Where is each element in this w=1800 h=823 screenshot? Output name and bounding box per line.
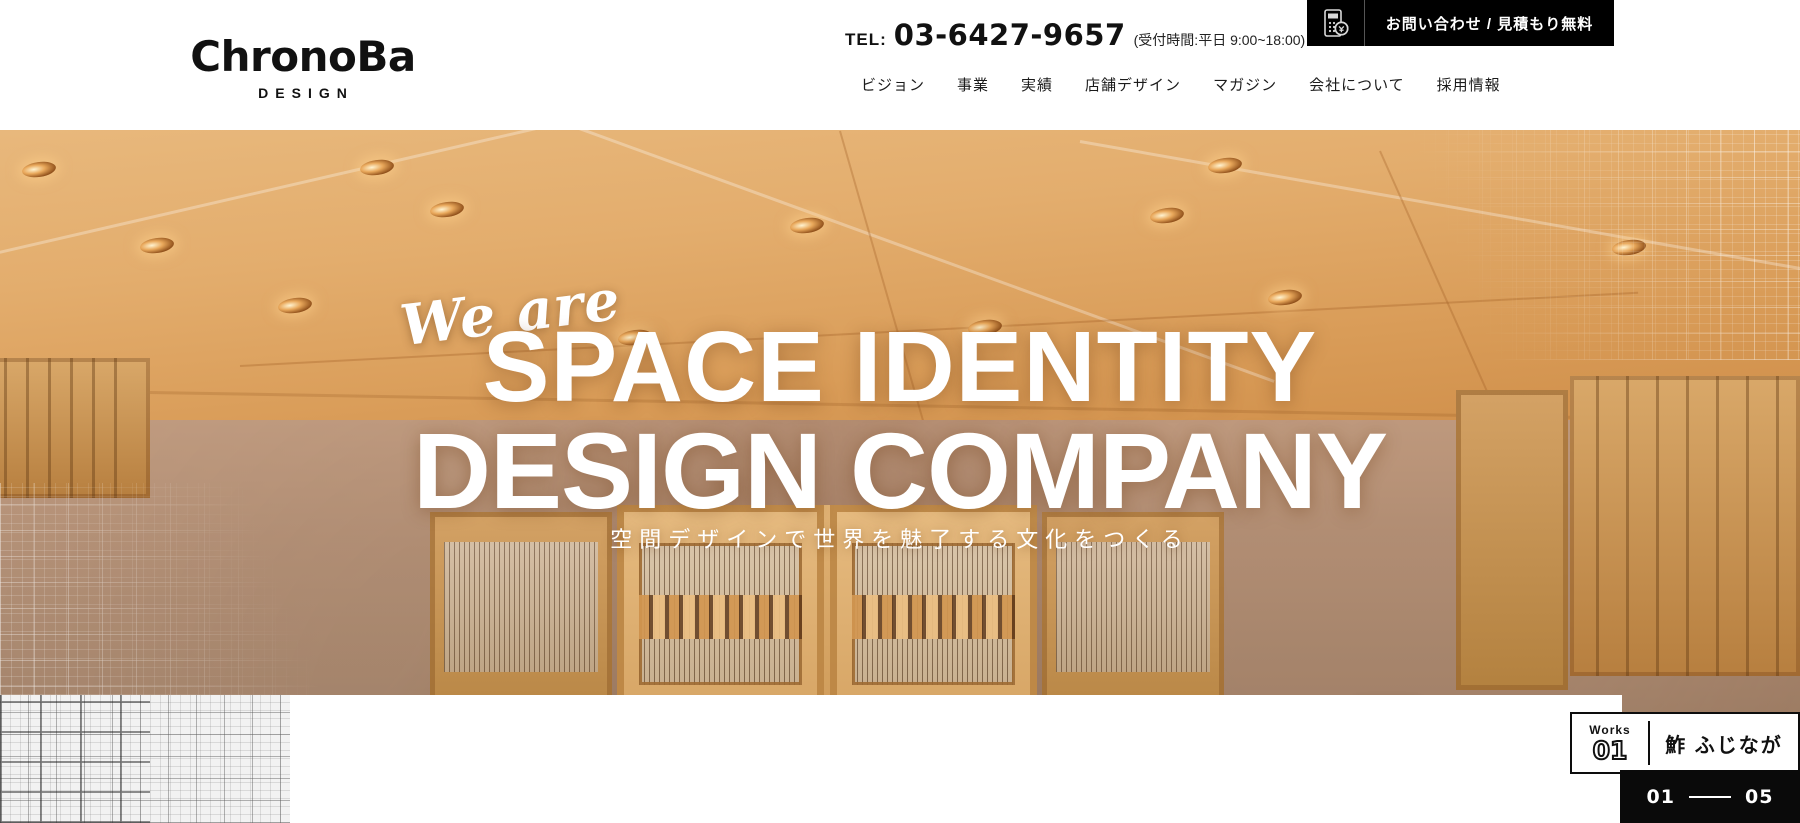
works-kicker: Works <box>1589 723 1631 737</box>
left-wood-screen <box>0 358 150 498</box>
works-title: 鮓 ふじなが <box>1665 734 1783 757</box>
ceiling-surface <box>0 130 1800 632</box>
nav-item-vision[interactable]: ビジョン <box>845 68 941 101</box>
tel-hours: (受付時間:平日 9:00~18:00) <box>1133 32 1306 48</box>
site-header: ChronoBa DESIGN TEL: 03-6427-9657 (受付時間:… <box>0 0 1800 130</box>
telephone-block: TEL: 03-6427-9657 (受付時間:平日 9:00~18:00) <box>845 18 1305 52</box>
contact-button-label: お問い合わせ / 見積もり無料 <box>1385 15 1594 33</box>
logo-subtitle: DESIGN <box>258 85 354 101</box>
slider-current-index[interactable]: 01 <box>1647 786 1675 808</box>
tel-number[interactable]: 03-6427-9657 <box>894 18 1126 52</box>
page-root: ChronoBa DESIGN TEL: 03-6427-9657 (受付時間:… <box>0 0 1800 823</box>
blueprint-plan-thumbnail <box>0 695 290 823</box>
works-index: Works 01 <box>1572 721 1650 765</box>
right-wall-panel <box>1456 390 1568 690</box>
slider-progress-bar[interactable] <box>1689 795 1731 798</box>
contact-estimate-button[interactable]: お問い合わせ / 見積もり無料 <box>1307 0 1614 46</box>
slider-counter[interactable]: 01 05 <box>1620 770 1800 823</box>
right-wood-screen <box>1570 376 1800 676</box>
nav-item-business[interactable]: 事業 <box>941 68 1005 101</box>
logo-wordmark: ChronoBa <box>190 32 416 81</box>
hero-slider[interactable] <box>0 130 1800 823</box>
calculator-estimate-icon <box>1307 0 1365 46</box>
nav-item-magazine[interactable]: マガジン <box>1197 68 1293 101</box>
nav-item-shop-design[interactable]: 店舗デザイン <box>1069 68 1197 101</box>
works-badge[interactable]: Works 01 鮓 ふじなが <box>1570 712 1800 774</box>
nav-item-recruit[interactable]: 採用情報 <box>1421 68 1517 101</box>
tel-label: TEL: <box>845 30 887 49</box>
slider-total-count[interactable]: 05 <box>1745 786 1773 808</box>
door-glass-left <box>639 543 802 685</box>
site-logo[interactable]: ChronoBa DESIGN <box>188 32 418 102</box>
door-glass-right <box>852 543 1015 685</box>
nav-item-works[interactable]: 実績 <box>1005 68 1069 101</box>
nav-item-about[interactable]: 会社について <box>1293 68 1421 101</box>
main-navigation: ビジョン 事業 実績 店舗デザイン マガジン 会社について 採用情報 <box>845 68 1517 101</box>
works-number: 01 <box>1592 736 1629 765</box>
hero-background-photo <box>0 130 1800 823</box>
hero-bottom-white-bar <box>290 695 1622 823</box>
